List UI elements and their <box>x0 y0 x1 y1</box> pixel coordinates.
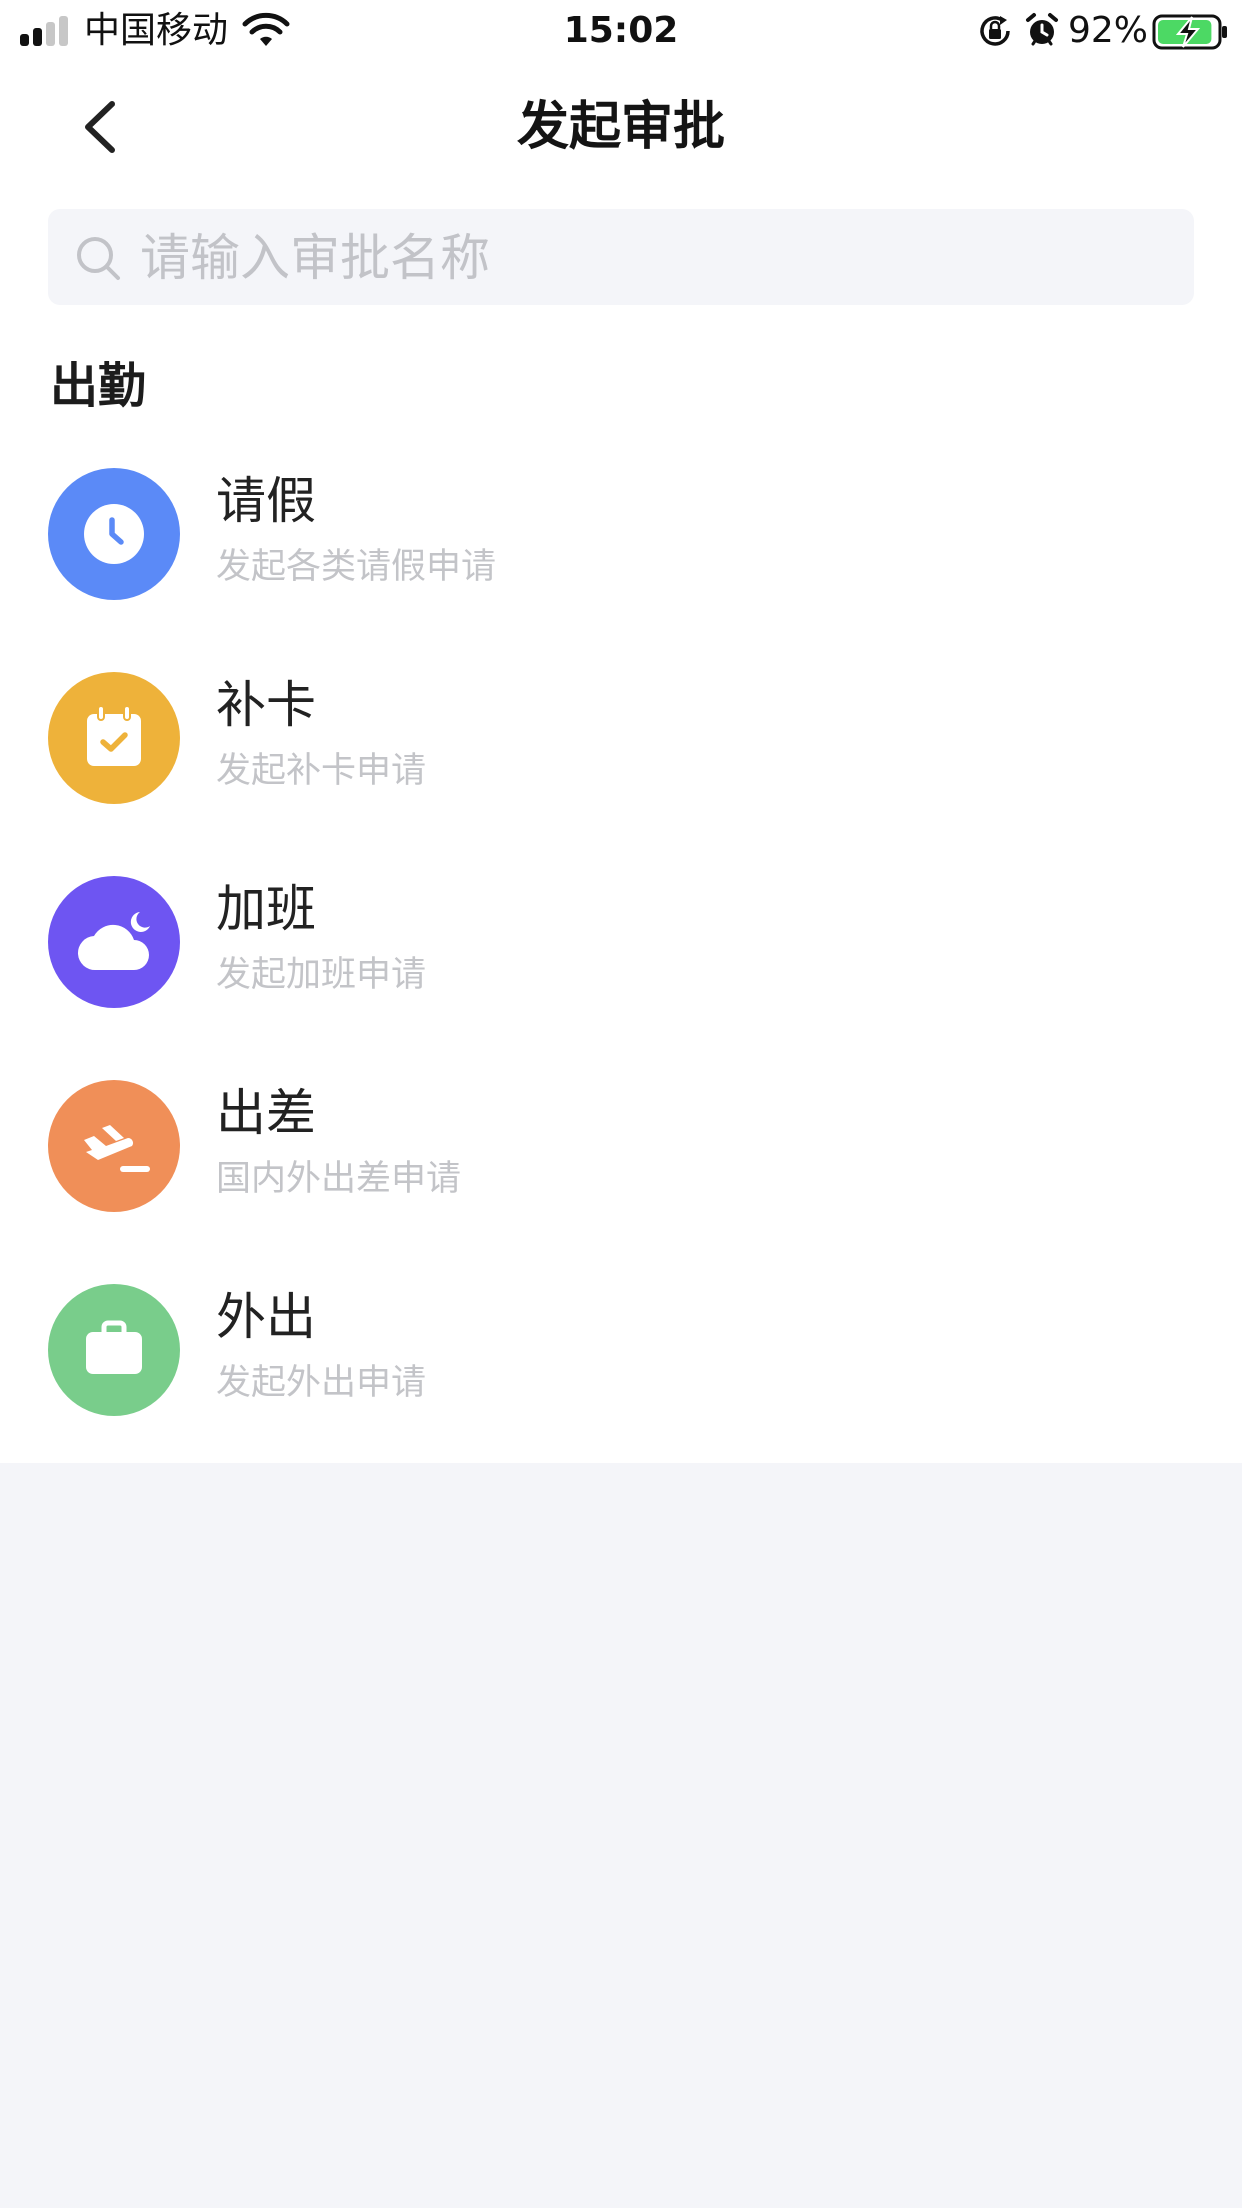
item-description: 发起补卡申请 <box>216 751 427 791</box>
item-description: 发起加班申请 <box>216 955 427 995</box>
item-description: 发起外出申请 <box>216 1363 427 1403</box>
approval-item-leave[interactable]: 请假 发起各类请假申请 <box>0 438 1242 642</box>
search-input[interactable] <box>138 209 1172 307</box>
leave-icon-badge <box>48 468 180 600</box>
approval-item-going-out[interactable]: 外出 发起外出申请 <box>0 1254 1242 1458</box>
battery-percent: 92% <box>1068 10 1149 51</box>
page-title: 发起审批 <box>516 97 725 157</box>
rotation-lock-icon <box>980 16 1010 46</box>
approval-item-overtime[interactable]: 加班 发起加班申请 <box>0 846 1242 1050</box>
plane-icon <box>84 1125 150 1172</box>
status-bar: 中国移动 15:02 92% <box>0 0 1242 62</box>
approval-item-card-makeup[interactable]: 补卡 发起补卡申请 <box>0 642 1242 846</box>
search-bar[interactable] <box>48 209 1194 307</box>
briefcase-icon <box>86 1320 142 1374</box>
item-description: 国内外出差申请 <box>216 1159 462 1199</box>
approval-item-business-trip[interactable]: 出差 国内外出差申请 <box>0 1050 1242 1254</box>
card-makeup-icon-badge <box>48 672 180 804</box>
going-out-icon-badge <box>48 1284 180 1416</box>
clock-icon <box>84 504 144 564</box>
alarm-icon <box>1026 13 1058 46</box>
business-trip-icon-badge <box>48 1080 180 1212</box>
calendar-check-icon <box>87 705 141 766</box>
item-title: 外出 <box>216 1288 316 1346</box>
item-description: 发起各类请假申请 <box>216 547 497 587</box>
item-title: 请假 <box>216 472 316 530</box>
section-title: 出勤 <box>50 358 147 414</box>
item-title: 加班 <box>216 880 316 938</box>
item-title: 出差 <box>216 1084 316 1142</box>
item-title: 补卡 <box>216 676 316 734</box>
battery-charging-icon <box>1152 14 1227 50</box>
search-icon <box>77 237 120 280</box>
overtime-icon-badge <box>48 876 180 1008</box>
cloud-moon-icon <box>77 912 150 971</box>
